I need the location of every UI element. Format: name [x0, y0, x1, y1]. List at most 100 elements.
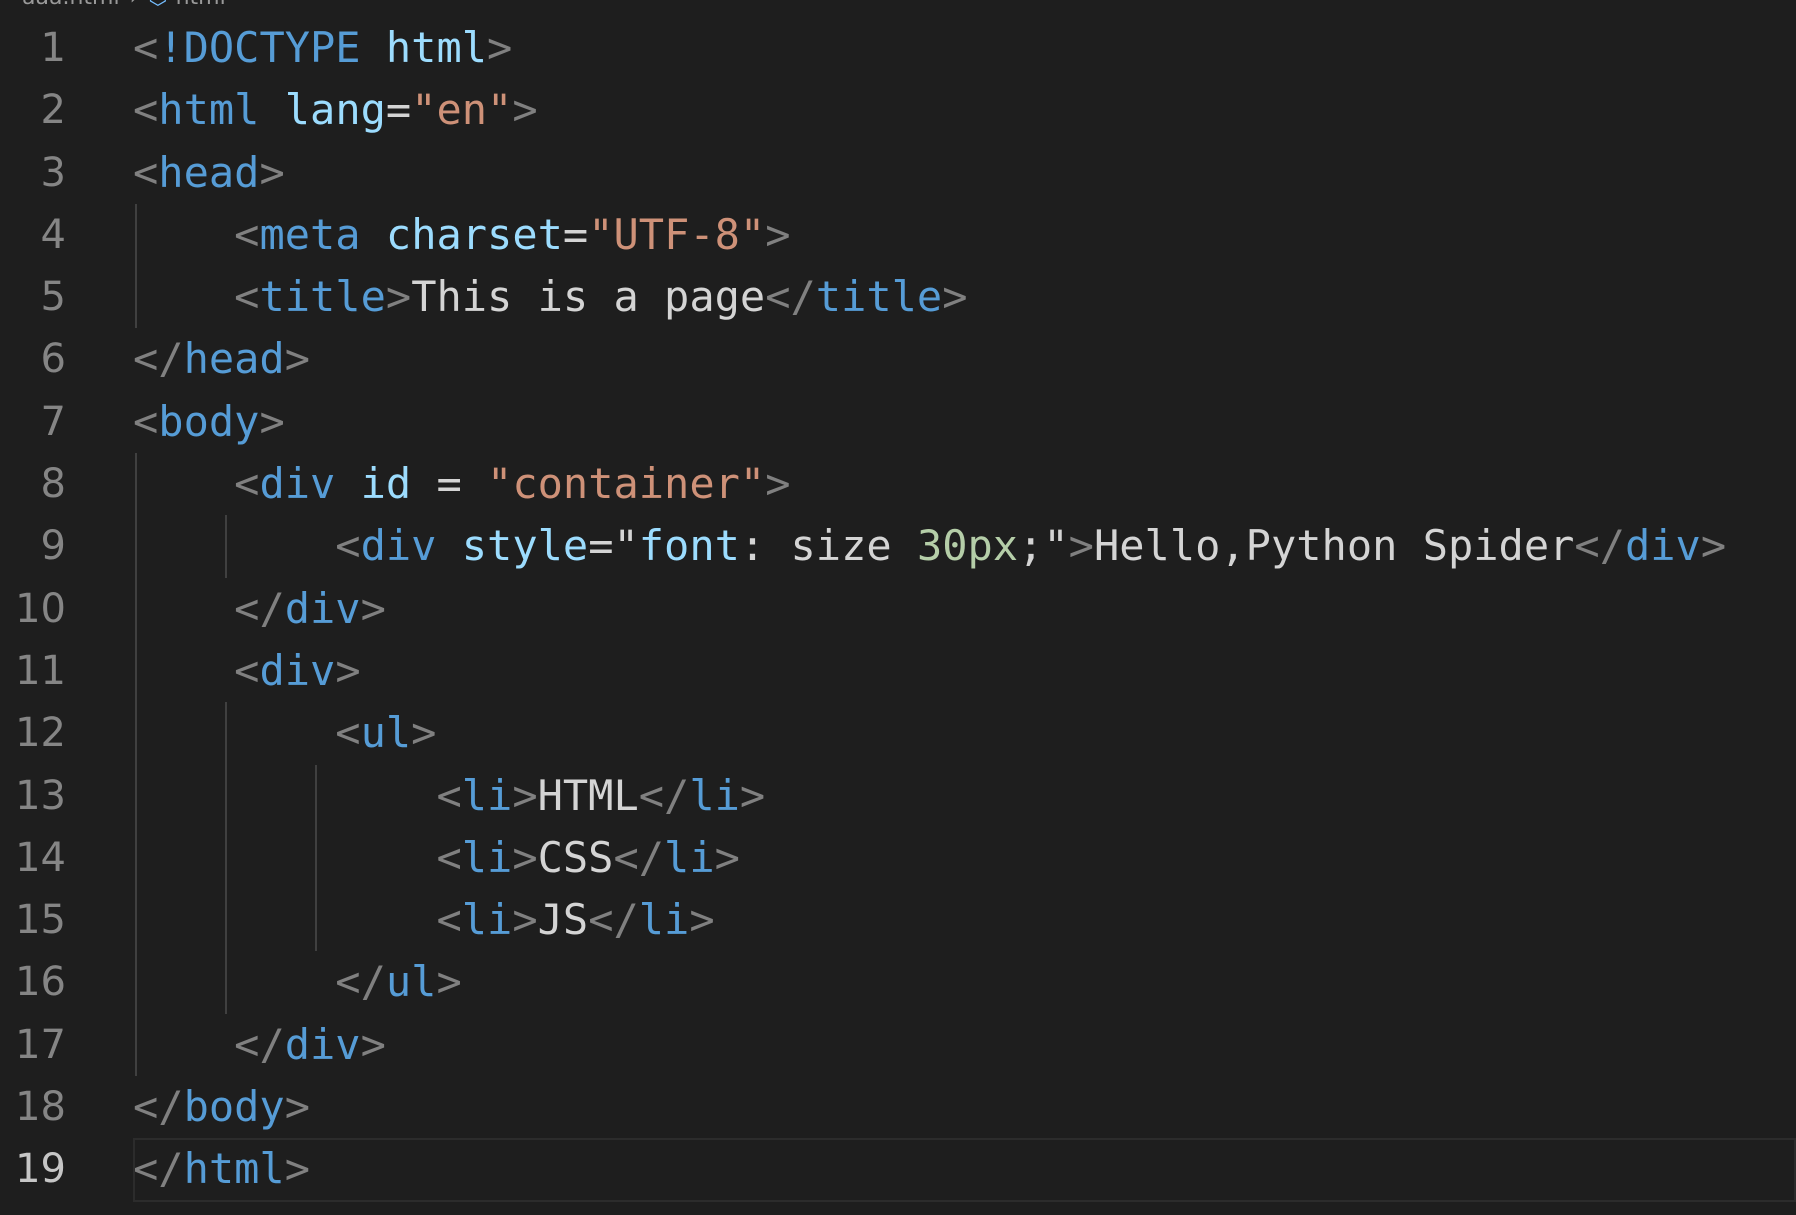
code-token: li [461, 832, 513, 882]
line-number: 14 [15, 834, 66, 881]
code-line[interactable]: 15 <li>JS</li> [0, 889, 1796, 952]
code-area[interactable]: 1 <!DOCTYPE html> 2 <html lang="en"> 3 <head>… [0, 17, 1796, 1203]
line-content: <ul> [133, 702, 436, 764]
breadcrumb-symbol[interactable]: html [176, 0, 226, 8]
code-token: !DOCTYPE [158, 23, 361, 72]
line-number: 9 [40, 523, 66, 570]
code-token: > [284, 1082, 311, 1132]
code-token: div [360, 521, 437, 571]
code-token: < [133, 85, 159, 135]
code-token: CSS [537, 832, 614, 882]
line-number: 11 [15, 647, 66, 694]
code-line[interactable]: 5 <title>This is a page</title> [0, 266, 1796, 329]
code-token: < [234, 209, 260, 259]
code-token: </ [613, 832, 665, 882]
line-content: <html lang="en"> [133, 79, 538, 141]
code-token: li [461, 770, 513, 820]
code-token: = [385, 85, 412, 135]
code-token: > [335, 645, 361, 695]
code-line[interactable]: 6 </head> [0, 328, 1796, 390]
symbol-icon: ⬡ [148, 0, 175, 8]
code-line[interactable]: 18 </body> [0, 1076, 1796, 1138]
line-content: <div style="font: size 30px;">Hello,Pyth… [133, 515, 1726, 577]
code-token: body [158, 396, 260, 446]
code-line[interactable]: 11 <div> [0, 639, 1796, 703]
code-token: > [284, 1144, 311, 1194]
code-token: </ [234, 1019, 285, 1069]
code-line[interactable]: 2 <html lang="en"> [0, 79, 1796, 141]
code-token: > [942, 272, 968, 322]
code-token: > [436, 957, 462, 1007]
code-token: "container" [487, 459, 766, 509]
code-token: > [259, 147, 285, 197]
code-token: meta [259, 209, 361, 259]
line-content: <li>CSS</li> [133, 827, 739, 889]
code-token: > [259, 396, 285, 446]
code-line[interactable]: 7 <body> [0, 391, 1796, 453]
code-token: > [360, 583, 386, 633]
code-editor[interactable]: aaa.html›⬡html 1<!DOCTYPE html>2<html la… [0, 0, 1796, 1215]
line-number: 1 [40, 25, 66, 71]
line-number: 13 [15, 772, 66, 819]
code-token: title [259, 272, 386, 322]
code-token: < [133, 396, 159, 446]
code-line[interactable]: 12 <ul> [0, 702, 1796, 765]
code-token: > [1068, 521, 1094, 571]
code-token: < [335, 708, 361, 758]
code-token: style [461, 521, 589, 571]
line-content: </ul> [133, 951, 462, 1013]
code-token: =" [588, 521, 639, 571]
code-token: id [360, 459, 412, 509]
line-content: </head> [133, 328, 310, 390]
code-token: </ [133, 1144, 184, 1194]
line-number: 19 [15, 1146, 66, 1193]
line-content: <li>JS</li> [133, 889, 714, 951]
code-token: li [638, 895, 690, 945]
breadcrumb-file[interactable]: aaa.html [22, 0, 120, 8]
code-token: < [133, 23, 159, 72]
code-line[interactable]: 17 </div> [0, 1013, 1796, 1077]
line-number: 12 [15, 710, 66, 757]
code-line[interactable]: 4 <meta charset="UTF-8"> [0, 203, 1796, 267]
code-line[interactable]: 1 <!DOCTYPE html> [0, 17, 1796, 79]
code-line[interactable]: 13 <li>HTML</li> [0, 764, 1796, 827]
code-token: ul [360, 708, 412, 758]
code-token: < [335, 521, 361, 571]
code-token: title [815, 272, 943, 322]
code-token: Hello,Python Spider [1093, 521, 1575, 571]
line-number: 18 [15, 1084, 66, 1131]
code-token: lang [284, 85, 386, 135]
code-line[interactable]: 19 </html> [0, 1138, 1796, 1203]
code-line[interactable]: 16 </ul> [0, 951, 1796, 1014]
code-token: font [638, 521, 740, 571]
code-token: > [487, 23, 513, 72]
line-number: 10 [15, 585, 66, 632]
code-line[interactable]: 10 </div> [0, 577, 1796, 640]
code-line[interactable]: 14 <li>CSS</li> [0, 826, 1796, 890]
code-token: ul [385, 957, 437, 1007]
line-number: 5 [40, 274, 66, 321]
line-content: </html> [133, 1138, 310, 1200]
code-token: ;" [1018, 521, 1069, 571]
line-content: </div> [133, 1014, 386, 1076]
code-line[interactable]: 3 <head> [0, 142, 1796, 204]
line-content: <div id = "container"> [133, 453, 790, 515]
code-line[interactable]: 8 <div id = "container"> [0, 453, 1796, 516]
line-number: 6 [40, 336, 66, 383]
line-content: <body> [133, 391, 285, 453]
breadcrumb: aaa.html›⬡html [0, 0, 226, 8]
code-line[interactable]: 9 <div style="font: size 30px;">Hello,Py… [0, 515, 1796, 578]
code-token: div [284, 583, 361, 633]
line-content: <div> [133, 640, 361, 702]
